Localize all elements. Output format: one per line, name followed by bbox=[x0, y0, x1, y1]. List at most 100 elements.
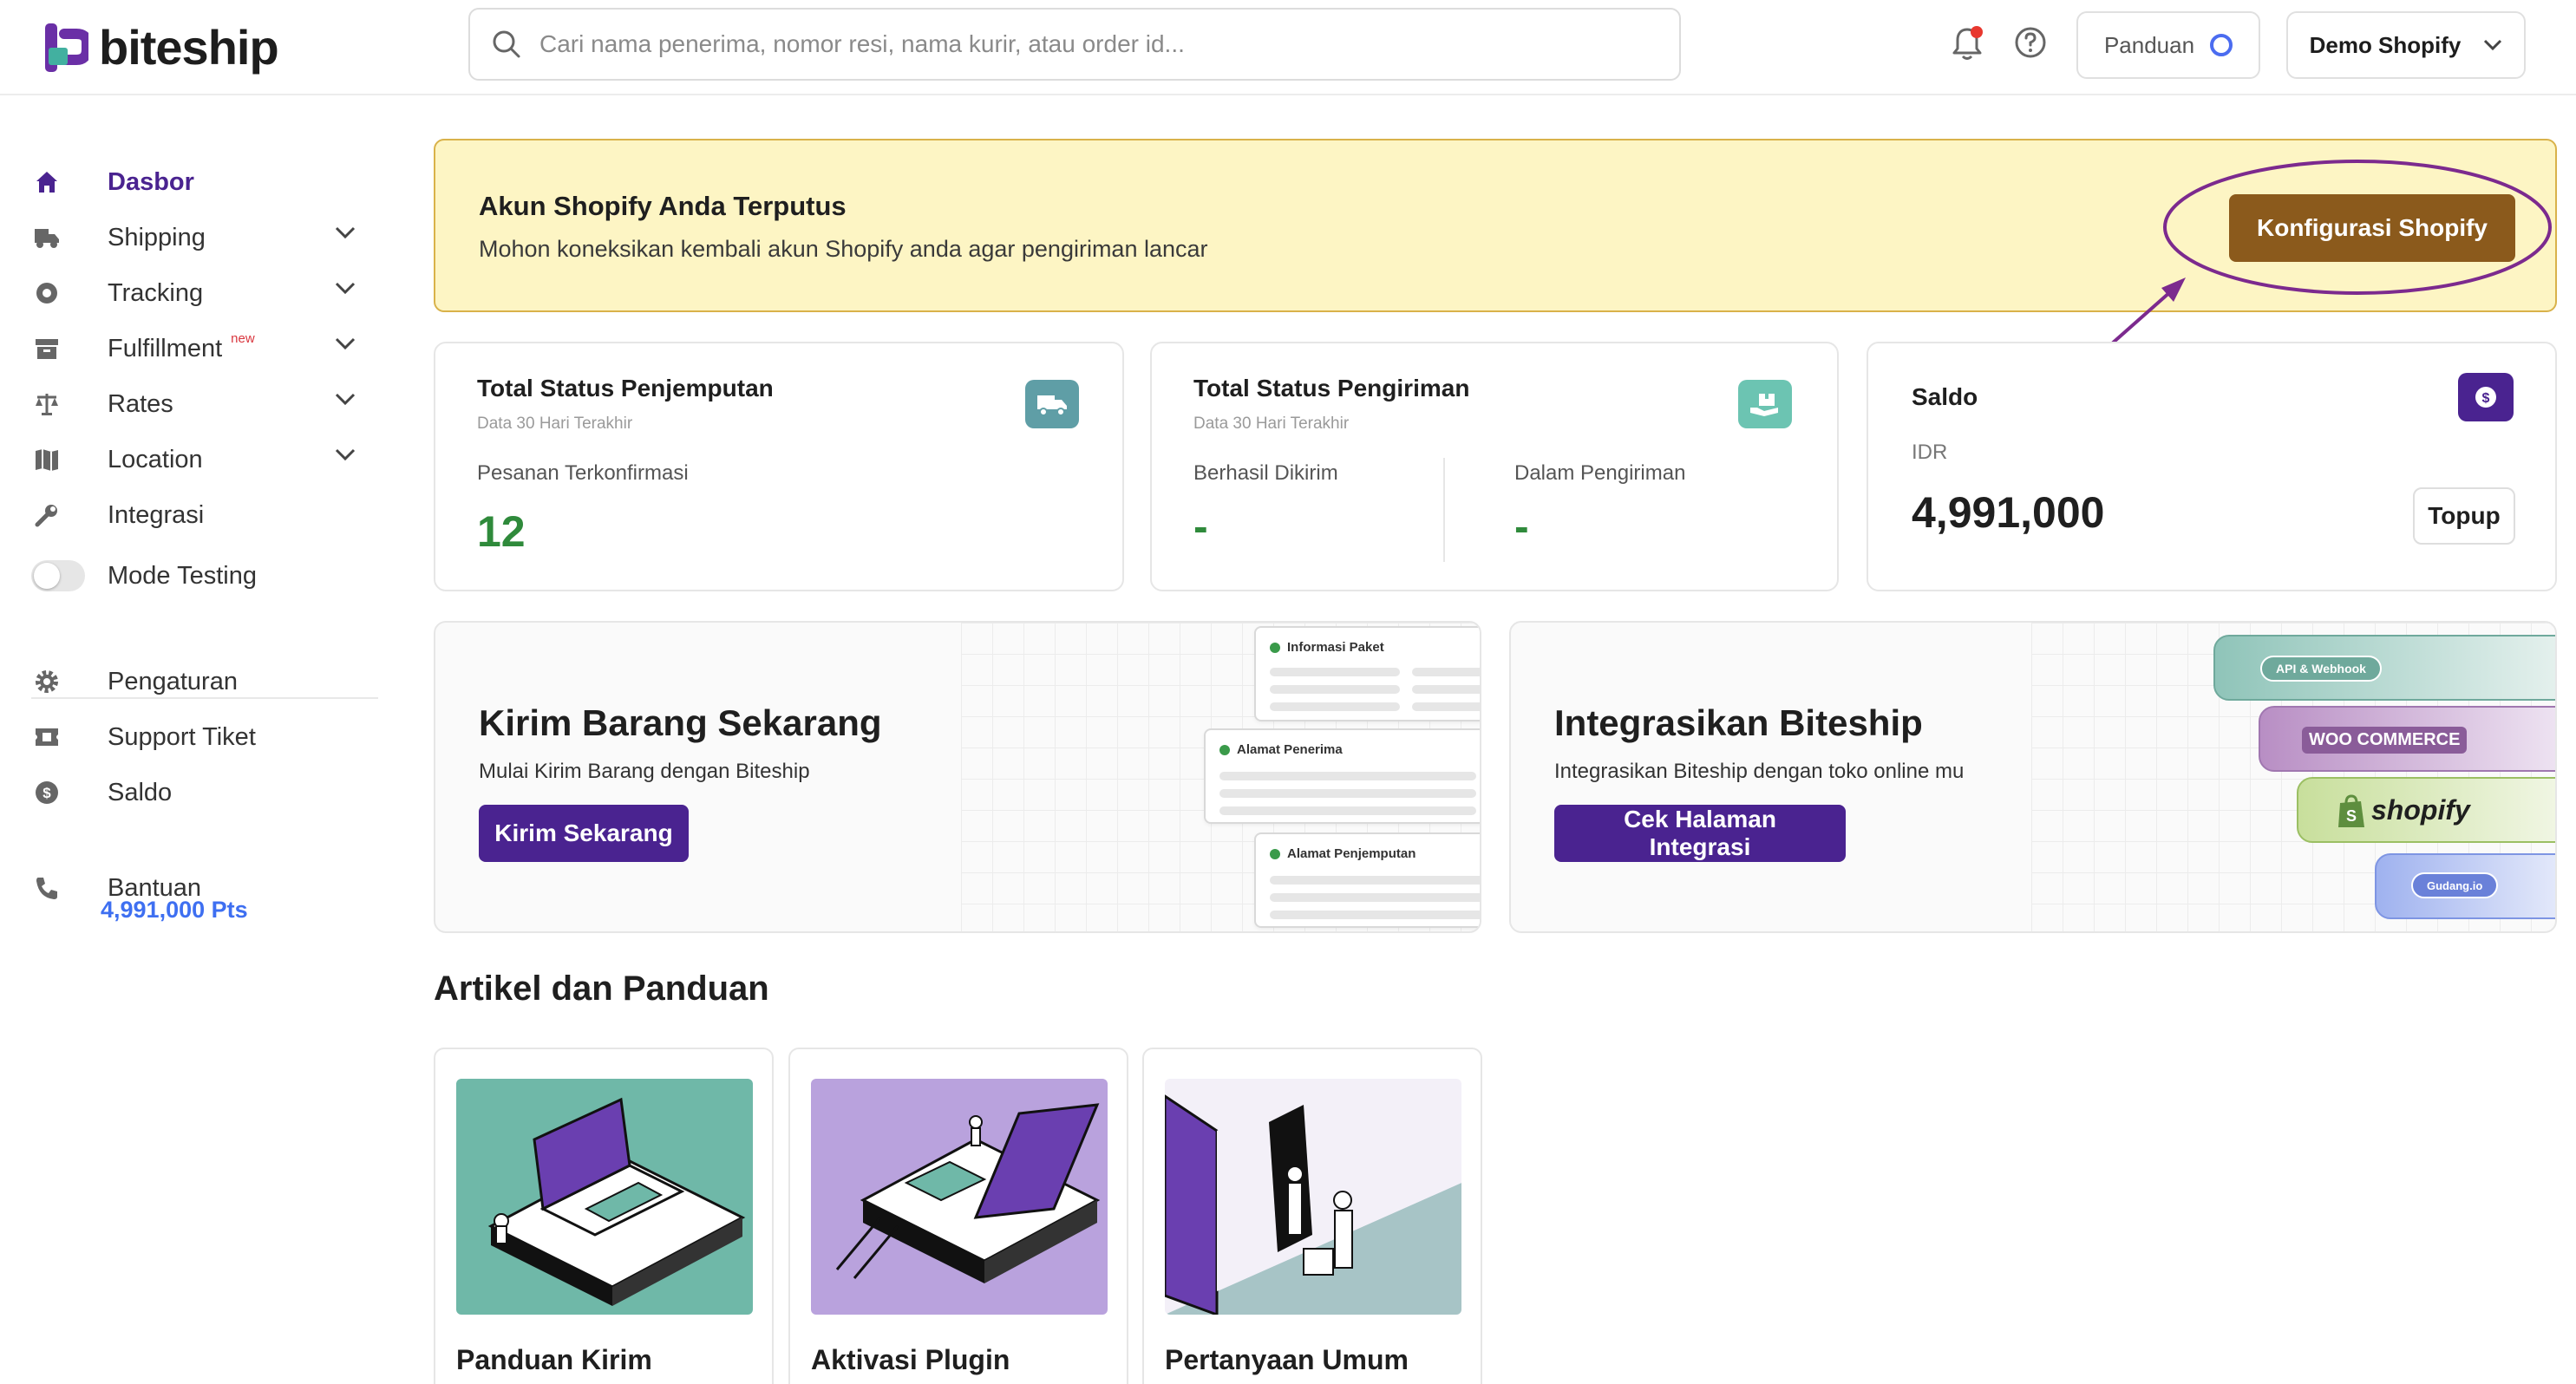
placeholder-bar bbox=[1270, 911, 1480, 919]
article-image-plugin bbox=[811, 1079, 1108, 1315]
sidebar-item-pengaturan[interactable]: Pengaturan bbox=[31, 657, 356, 706]
delivery-card-title: Total Status Pengiriman bbox=[1193, 375, 1470, 401]
integrate-promo-subtitle: Integrasikan Biteship dengan toko online… bbox=[1554, 760, 1965, 783]
sidebar-item-label: Tracking bbox=[108, 278, 204, 307]
sidebar-item-location[interactable]: Location bbox=[31, 435, 356, 484]
search-bar[interactable] bbox=[468, 8, 1681, 81]
chevron-down-icon bbox=[335, 337, 356, 350]
biteship-logo-icon bbox=[45, 23, 88, 72]
article-card-panduan-kirim[interactable]: Panduan Kirim bbox=[434, 1048, 774, 1384]
placeholder-bar bbox=[1412, 702, 1480, 711]
chevron-down-icon bbox=[335, 282, 356, 295]
sidebar-item-shipping[interactable]: Shipping bbox=[31, 213, 356, 262]
article-card-aktivasi-plugin[interactable]: Aktivasi Plugin bbox=[788, 1048, 1128, 1384]
placeholder-bar bbox=[1270, 685, 1400, 694]
map-icon bbox=[31, 444, 62, 475]
sidebar-item-dasbor[interactable]: Dasbor bbox=[31, 158, 356, 206]
pickup-confirmed-label: Pesanan Terkonfirmasi bbox=[477, 461, 689, 485]
sidebar-item-support-tiket[interactable]: Support Tiket bbox=[31, 713, 356, 761]
alert-message: Mohon koneksikan kembali akun Shopify an… bbox=[479, 236, 1208, 262]
home-icon bbox=[31, 166, 62, 198]
balance-title: Saldo bbox=[1912, 383, 1978, 410]
placeholder-bar bbox=[1270, 702, 1400, 711]
sidebar-item-label: Saldo bbox=[108, 778, 173, 806]
help-icon[interactable] bbox=[2014, 26, 2047, 59]
info-paket-card: Informasi Paket bbox=[1254, 626, 1480, 721]
sidebar-item-label: Shipping bbox=[108, 223, 206, 251]
check-dot-icon bbox=[1270, 642, 1280, 653]
brand-logo[interactable]: biteship bbox=[45, 19, 279, 75]
kirim-sekarang-button[interactable]: Kirim Sekarang bbox=[479, 805, 689, 862]
placeholder-bar bbox=[1412, 668, 1480, 676]
search-icon bbox=[493, 30, 520, 58]
send-promo-subtitle: Mulai Kirim Barang dengan Biteship bbox=[479, 760, 810, 783]
sidebar-item-rates[interactable]: Rates bbox=[31, 380, 356, 428]
delivery-box-icon bbox=[1738, 380, 1792, 428]
mode-testing-toggle[interactable]: Mode Testing bbox=[31, 552, 356, 600]
panduan-label: Panduan bbox=[2103, 31, 2195, 58]
article-title: Pertanyaan Umum bbox=[1165, 1344, 1409, 1375]
placeholder-bar bbox=[1412, 685, 1480, 694]
search-input[interactable] bbox=[539, 30, 1632, 58]
notification-bell-icon[interactable] bbox=[1950, 24, 1984, 62]
article-card-pertanyaan-umum[interactable]: Pertanyaan Umum bbox=[1142, 1048, 1482, 1384]
app-root: biteship Panduan Demo Shopify bbox=[0, 0, 2576, 1384]
top-bar: biteship Panduan Demo Shopify bbox=[0, 0, 2576, 95]
alamat-penjemputan-card: Alamat Penjemputan bbox=[1254, 832, 1480, 928]
sidebar-item-tracking[interactable]: Tracking bbox=[31, 269, 356, 317]
shopify-strip: S shopify bbox=[2297, 777, 2555, 843]
tracking-icon bbox=[31, 277, 62, 309]
placeholder-bar bbox=[1219, 772, 1476, 780]
topup-button[interactable]: Topup bbox=[2413, 487, 2515, 545]
dollar-icon: $ bbox=[31, 777, 62, 808]
placeholder-bar bbox=[1270, 876, 1480, 885]
integrate-promo-title: Integrasikan Biteship bbox=[1554, 702, 1923, 743]
sidebar-item-label: Mode Testing bbox=[108, 561, 257, 590]
wallet-dollar-icon: $ bbox=[2458, 373, 2514, 421]
box-icon bbox=[31, 333, 62, 364]
sidebar-item-label: Bantuan bbox=[108, 873, 202, 902]
brand-name: biteship bbox=[99, 20, 279, 75]
form-card-text: Alamat Penerima bbox=[1237, 742, 1343, 757]
send-promo-title: Kirim Barang Sekarang bbox=[479, 702, 882, 743]
gudang-strip: Gudang.io bbox=[2375, 853, 2555, 919]
in-transit-label: Dalam Pengiriman bbox=[1514, 461, 1686, 485]
progress-ring-icon bbox=[2210, 34, 2233, 56]
woocommerce-logo: WOO COMMERCE bbox=[2302, 727, 2468, 754]
toggle-knob bbox=[34, 563, 60, 589]
chevron-down-icon bbox=[335, 226, 356, 239]
gudang-badge: Gudang.io bbox=[2411, 872, 2499, 898]
panduan-button[interactable]: Panduan bbox=[2076, 11, 2260, 79]
placeholder-bar bbox=[1270, 668, 1400, 676]
form-card-text: Informasi Paket bbox=[1287, 640, 1384, 655]
check-dot-icon bbox=[1219, 744, 1230, 755]
sidebar-item-fulfillment[interactable]: Fulfillment new bbox=[31, 324, 356, 373]
pickup-confirmed-value: 12 bbox=[477, 507, 526, 556]
laptop-illustration bbox=[487, 1097, 746, 1306]
api-webhook-badge: API & Webhook bbox=[2260, 656, 2382, 682]
toggle-switch[interactable] bbox=[31, 560, 85, 591]
store-selector[interactable]: Demo Shopify bbox=[2286, 11, 2526, 79]
shopify-bag-icon: S bbox=[2338, 794, 2364, 827]
articles-section-title: Artikel dan Panduan bbox=[434, 969, 769, 1008]
alamat-penerima-card: Alamat Penerima bbox=[1204, 728, 1480, 824]
send-promo-card: Kirim Barang Sekarang Mulai Kirim Barang… bbox=[434, 621, 1481, 933]
chevron-down-icon bbox=[2484, 39, 2502, 51]
faq-illustration bbox=[1165, 1079, 1461, 1315]
svg-text:S: S bbox=[2346, 807, 2357, 825]
sidebar-item-saldo[interactable]: $ Saldo bbox=[31, 768, 356, 817]
sidebar-item-label: Fulfillment bbox=[108, 334, 223, 362]
in-transit-value: - bbox=[1514, 502, 1529, 551]
sidebar-item-bantuan[interactable]: Bantuan bbox=[31, 864, 356, 912]
placeholder-bar bbox=[1270, 893, 1480, 902]
alert-title: Akun Shopify Anda Terputus bbox=[479, 191, 847, 221]
balance-card: Saldo $ IDR 4,991,000 Topup bbox=[1867, 342, 2557, 591]
article-title: Aktivasi Plugin bbox=[811, 1344, 1010, 1375]
article-image-faq bbox=[1165, 1079, 1461, 1315]
sidebar-item-integrasi[interactable]: Integrasi bbox=[31, 491, 356, 539]
delivered-label: Berhasil Dikirim bbox=[1193, 461, 1338, 485]
gear-icon bbox=[31, 666, 62, 697]
phone-icon bbox=[31, 872, 62, 904]
new-badge: new bbox=[231, 330, 255, 346]
cek-halaman-integrasi-button[interactable]: Cek Halaman Integrasi bbox=[1554, 805, 1846, 862]
